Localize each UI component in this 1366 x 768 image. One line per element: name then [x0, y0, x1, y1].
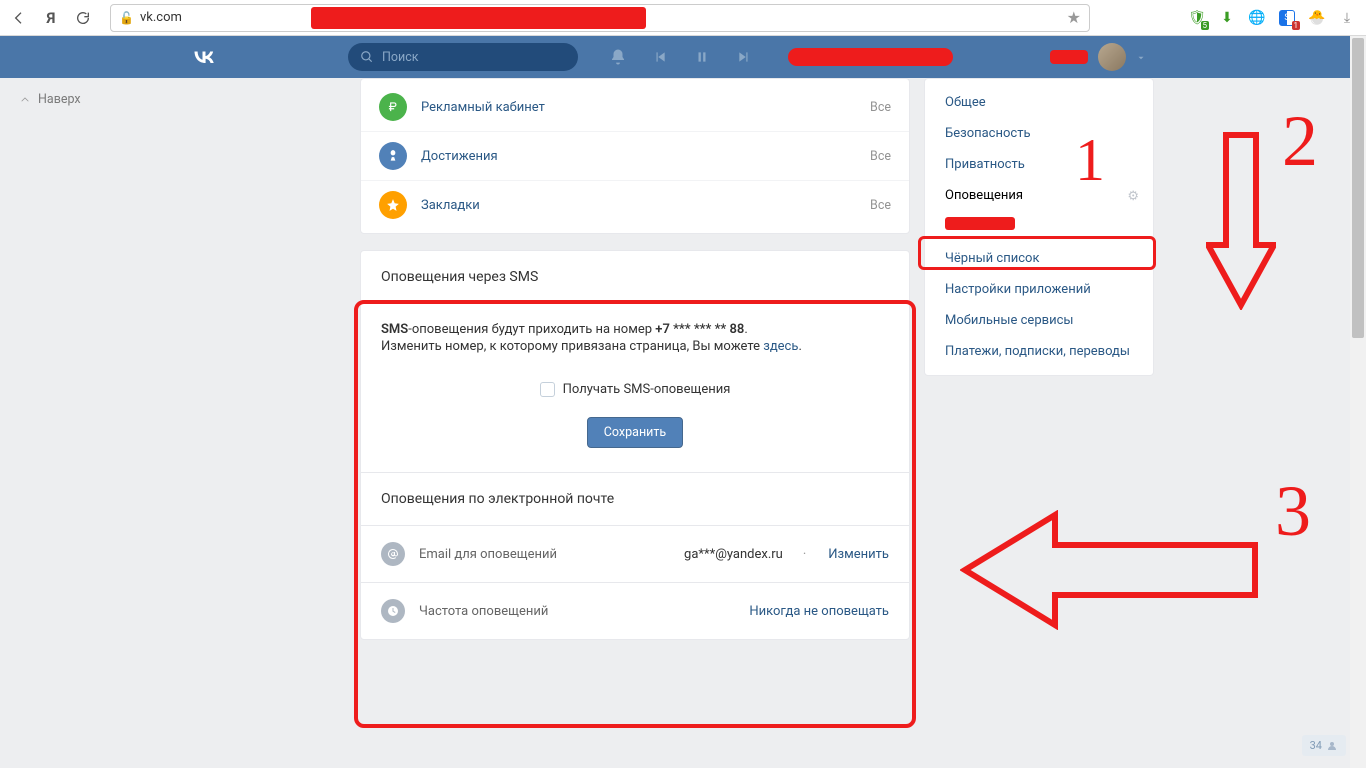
avatar[interactable]: [1098, 43, 1126, 71]
address-bar[interactable]: 🔓 vk.com ★: [110, 4, 1090, 32]
annotation-arrow-down: [1206, 130, 1276, 314]
scrollbar[interactable]: [1350, 36, 1366, 768]
search-box[interactable]: Поиск: [348, 43, 578, 71]
star-icon: [379, 191, 407, 219]
frequency-row: Частота оповещений Никогда не оповещать: [361, 582, 909, 639]
settings-nav: Общее Безопасность Приватность Оповещени…: [924, 78, 1154, 376]
annotation-arrow-left: [960, 510, 1260, 634]
menu-label: Закладки: [421, 198, 480, 213]
menu-all-link[interactable]: Все: [870, 198, 891, 213]
vk-header: Поиск: [0, 36, 1366, 78]
back-to-top[interactable]: Наверх: [20, 92, 81, 107]
nav-app-settings[interactable]: Настройки приложений: [925, 274, 1153, 305]
download-icon[interactable]: ⬇: [1218, 9, 1236, 27]
section-title-email: Оповещения по электронной почте: [361, 473, 909, 526]
nav-general[interactable]: Общее: [925, 87, 1153, 118]
annotation-3: 3: [1275, 475, 1311, 547]
egg-icon[interactable]: 🐣: [1308, 9, 1326, 27]
sms-body: SMS-оповещения будут приходить на номер …: [361, 304, 909, 473]
separator: [925, 236, 1153, 237]
nav-blacklist[interactable]: Чёрный список: [925, 243, 1153, 274]
adblock-icon[interactable]: 🛡: [1188, 9, 1206, 27]
sms-checkbox-label: Получать SMS-оповещения: [563, 382, 731, 397]
header-controls: [608, 47, 953, 67]
at-icon: [381, 542, 405, 566]
translate-icon[interactable]: S: [1278, 9, 1296, 27]
menu-label: Рекламный кабинет: [421, 100, 545, 115]
menu-all-link[interactable]: Все: [870, 149, 891, 164]
gear-icon[interactable]: ⚙: [1127, 189, 1139, 204]
username-redaction: [1050, 50, 1088, 64]
track-title-redaction: [788, 48, 953, 66]
vk-logo[interactable]: [190, 43, 218, 71]
frequency-link[interactable]: Никогда не оповещать: [749, 604, 889, 619]
online-count-badge[interactable]: 34: [1302, 735, 1346, 756]
nav-privacy[interactable]: Приватность: [925, 149, 1153, 180]
scrollbar-thumb[interactable]: [1352, 38, 1364, 338]
url-redaction: [311, 7, 646, 29]
ruble-icon: [379, 93, 407, 121]
row-label: Частота оповещений: [419, 604, 548, 619]
row-label: Email для оповещений: [419, 547, 557, 562]
row-value: ga***@yandex.ru: [684, 547, 783, 562]
chevron-down-icon[interactable]: [1136, 48, 1146, 67]
nav-notifications[interactable]: Оповещения ⚙: [925, 180, 1153, 211]
change-email-link[interactable]: Изменить: [828, 547, 889, 562]
save-button[interactable]: Сохранить: [587, 417, 683, 448]
nav-security[interactable]: Безопасность: [925, 118, 1153, 149]
back-button[interactable]: [10, 9, 28, 27]
lock-icon: 🔓: [119, 11, 134, 25]
pause-icon[interactable]: [692, 47, 712, 67]
email-row: Email для оповещений ga***@yandex.ru · И…: [361, 526, 909, 582]
next-track-icon[interactable]: [734, 47, 754, 67]
sms-checkbox[interactable]: [540, 382, 555, 397]
extension-icons: 🛡 ⬇ 🌐 S 🐣 ⤓: [1188, 9, 1356, 27]
header-profile[interactable]: [1050, 43, 1146, 71]
notifications-icon[interactable]: [608, 47, 628, 67]
browser-chrome: Я 🔓 vk.com ★ 🛡 ⬇ 🌐 S 🐣 ⤓: [0, 0, 1366, 36]
menu-all-link[interactable]: Все: [870, 100, 891, 115]
downloads-arrow-icon[interactable]: ⤓: [1338, 9, 1356, 27]
clock-icon: [381, 599, 405, 623]
annotation-2: 2: [1282, 105, 1318, 177]
menu-item-achievements[interactable]: Достижения Все: [361, 131, 909, 180]
nav-redaction: [945, 217, 1015, 230]
menu-item-ads[interactable]: Рекламный кабинет Все: [361, 83, 909, 131]
search-placeholder: Поиск: [382, 50, 419, 65]
sms-bold: SMS: [381, 322, 408, 337]
reload-button[interactable]: [74, 9, 92, 27]
yandex-button[interactable]: Я: [42, 9, 60, 27]
section-title: Оповещения через SMS: [361, 251, 909, 304]
change-number-link[interactable]: здесь: [763, 339, 798, 354]
trophy-icon: [379, 142, 407, 170]
sms-notifications-card: Оповещения через SMS SMS-оповещения буду…: [360, 250, 910, 640]
sms-phone: +7 *** *** ** 88: [655, 322, 744, 337]
url-text: vk.com: [140, 10, 182, 25]
menu-label: Достижения: [421, 149, 498, 164]
back-to-top-label: Наверх: [38, 92, 81, 107]
menu-item-bookmarks[interactable]: Закладки Все: [361, 180, 909, 229]
quick-menu-card: Рекламный кабинет Все Достижения Все Зак…: [360, 78, 910, 234]
nav-payments[interactable]: Платежи, подписки, переводы: [925, 336, 1153, 367]
globe-icon[interactable]: 🌐: [1248, 9, 1266, 27]
bookmark-star-icon[interactable]: ★: [1067, 8, 1081, 27]
prev-track-icon[interactable]: [650, 47, 670, 67]
nav-mobile[interactable]: Мобильные сервисы: [925, 305, 1153, 336]
